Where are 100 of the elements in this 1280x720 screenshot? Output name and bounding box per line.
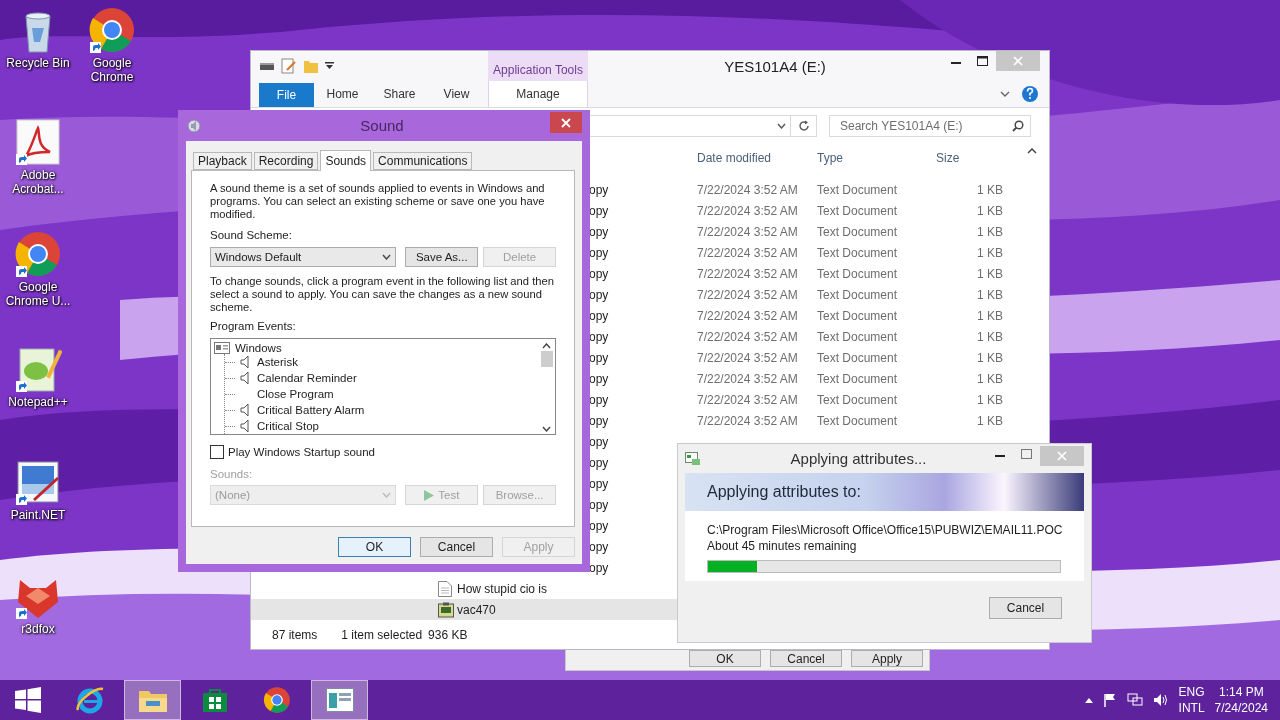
file-name: vac470 bbox=[457, 602, 496, 617]
tree-item[interactable]: Close Program bbox=[257, 388, 334, 400]
file-name: opy bbox=[589, 224, 609, 239]
dropdown-caret-icon bbox=[382, 492, 392, 498]
clock-time[interactable]: 1:14 PM bbox=[1218, 684, 1264, 700]
item-count: 87 items bbox=[272, 628, 318, 642]
search-box[interactable]: Search YES101A4 (E:) bbox=[829, 115, 1031, 137]
close-button[interactable] bbox=[550, 112, 582, 133]
date-cell: 7/22/2024 3:52 AM bbox=[697, 287, 798, 302]
scroll-up-icon[interactable] bbox=[1027, 147, 1037, 155]
dialog-button[interactable]: OK bbox=[689, 650, 761, 667]
speaker-icon bbox=[240, 371, 250, 385]
checkbox[interactable] bbox=[210, 445, 224, 459]
selection-status: 1 item selected bbox=[341, 628, 423, 642]
dropdown-caret-icon bbox=[382, 254, 392, 260]
dialog-button[interactable]: Cancel bbox=[420, 537, 493, 557]
attributes-icon bbox=[685, 451, 701, 466]
network-icon[interactable] bbox=[1126, 693, 1143, 707]
file-name: opy bbox=[589, 266, 609, 281]
date-cell: 7/22/2024 3:52 AM bbox=[697, 392, 798, 407]
tree-item[interactable]: Calendar Reminder bbox=[257, 372, 357, 384]
date-cell: 7/22/2024 3:52 AM bbox=[697, 329, 798, 344]
play-icon bbox=[424, 489, 435, 501]
file-name: How stupid cio is bbox=[457, 581, 548, 596]
desktop-icon-label[interactable]: Google Chrome U... bbox=[1, 280, 75, 308]
column-header[interactable]: Date modified bbox=[697, 151, 817, 165]
tab[interactable]: Recording bbox=[253, 152, 319, 170]
context-ribbon-tab[interactable]: Manage bbox=[488, 81, 588, 107]
desktop-icon-label[interactable]: Paint.NET bbox=[10, 508, 66, 522]
file-name: opy bbox=[589, 245, 609, 260]
file-name: opy bbox=[589, 392, 609, 407]
tree-item[interactable]: Windows bbox=[235, 341, 282, 354]
browser-icon bbox=[263, 686, 291, 714]
desktop-icon-label[interactable]: Google Chrome bbox=[75, 56, 149, 84]
desktop-icon-label[interactable]: Adobe Acrobat... bbox=[1, 168, 75, 196]
maximize-icon bbox=[1021, 449, 1032, 459]
tab[interactable]: Playback bbox=[193, 152, 252, 170]
date-cell: 7/22/2024 3:52 AM bbox=[697, 266, 798, 281]
cancel-button[interactable]: Cancel bbox=[989, 597, 1062, 619]
desktop-icon-label[interactable]: Recycle Bin bbox=[6, 56, 70, 70]
close-icon bbox=[561, 117, 571, 128]
close-icon bbox=[1057, 451, 1067, 461]
size-cell: 1 KB bbox=[977, 350, 1003, 365]
desktop-icon-label[interactable]: Notepad++ bbox=[8, 395, 68, 409]
show-hidden-icons[interactable] bbox=[1084, 697, 1093, 703]
scroll-down-icon[interactable] bbox=[542, 426, 551, 432]
browser-icon bbox=[75, 685, 105, 715]
scroll-up-icon[interactable] bbox=[542, 343, 551, 349]
language-indicator[interactable]: ENG INTL bbox=[1178, 684, 1205, 716]
dropdown-caret-icon bbox=[777, 123, 786, 129]
speaker-icon bbox=[240, 419, 250, 433]
column-header[interactable]: Type bbox=[817, 151, 936, 165]
size-cell: 1 KB bbox=[977, 287, 1003, 302]
speaker-icon bbox=[240, 355, 250, 369]
type-cell: Text Document bbox=[817, 266, 898, 281]
ribbon-tab[interactable]: Home bbox=[314, 81, 371, 107]
type-cell: Text Document bbox=[817, 329, 898, 344]
field-label: Sound Scheme: bbox=[210, 229, 293, 241]
file-name: opy bbox=[589, 203, 609, 218]
type-cell: Text Document bbox=[817, 287, 898, 302]
tree-item[interactable]: Critical Battery Alarm bbox=[257, 404, 365, 416]
clock-date[interactable]: 7/24/2024 bbox=[1214, 700, 1268, 716]
desktop-icon-label[interactable]: r3dfox bbox=[21, 622, 55, 636]
dialog-button[interactable]: Cancel bbox=[770, 650, 842, 667]
dialog-button[interactable]: Save As... bbox=[405, 247, 479, 267]
scroll-thumb[interactable] bbox=[540, 351, 553, 367]
context-tab-label: Application Tools bbox=[488, 51, 588, 81]
date-cell: 7/22/2024 3:52 AM bbox=[697, 203, 798, 218]
dialog-button[interactable]: OK bbox=[338, 537, 411, 557]
type-cell: Text Document bbox=[817, 203, 898, 218]
windows-logo-icon bbox=[15, 687, 41, 713]
dialog-button[interactable]: Apply bbox=[851, 650, 923, 667]
ribbon-tab[interactable]: Share bbox=[371, 81, 428, 107]
date-cell: 7/22/2024 3:52 AM bbox=[697, 371, 798, 386]
volume-icon[interactable] bbox=[1152, 693, 1169, 707]
ribbon-tab[interactable]: View bbox=[428, 81, 485, 107]
flag-icon[interactable] bbox=[1102, 693, 1117, 707]
date-cell: 7/22/2024 3:52 AM bbox=[697, 182, 798, 197]
type-cell: Text Document bbox=[817, 371, 898, 386]
window-title: YES101A4 (E:) bbox=[723, 56, 827, 77]
tree-item[interactable]: Asterisk bbox=[257, 356, 298, 368]
type-cell: Text Document bbox=[817, 182, 898, 197]
shopping-bag-icon bbox=[202, 687, 228, 713]
tab[interactable]: Communications bbox=[373, 152, 473, 170]
tree-item[interactable]: Critical Stop bbox=[257, 420, 319, 432]
date-cell: 7/22/2024 3:52 AM bbox=[697, 224, 798, 239]
tab[interactable]: Sounds bbox=[320, 150, 372, 171]
event-tree[interactable]: Windows Asterisk Calendar Reminder Close Program Critical Battery Alarm Critical Stop bbox=[210, 338, 556, 435]
file-name: opy bbox=[589, 182, 609, 197]
size-cell: 1 KB bbox=[977, 203, 1003, 218]
search-icon bbox=[1012, 120, 1024, 132]
properties-icon bbox=[281, 58, 297, 74]
refresh-button[interactable] bbox=[791, 115, 817, 137]
file-name: opy bbox=[589, 560, 609, 575]
refresh-icon bbox=[797, 120, 810, 132]
type-cell: Text Document bbox=[817, 350, 898, 365]
column-header[interactable]: Size bbox=[936, 151, 1003, 165]
type-cell: Text Document bbox=[817, 224, 898, 239]
scheme-dropdown[interactable]: Windows Default bbox=[210, 247, 397, 267]
file-menu-button[interactable]: File bbox=[259, 83, 314, 107]
